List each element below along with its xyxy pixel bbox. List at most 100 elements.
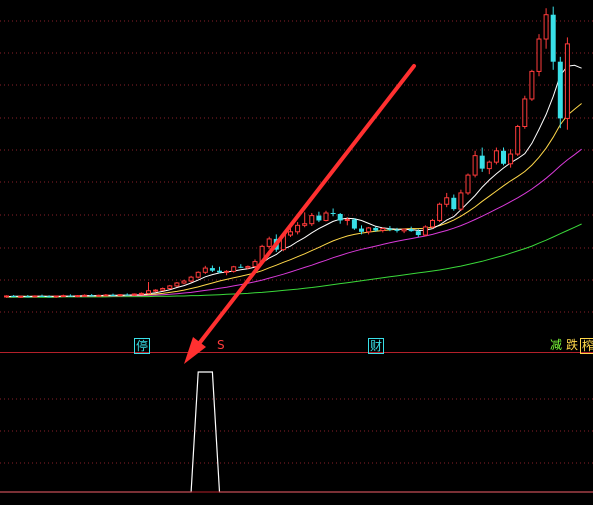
candle-body [444, 197, 450, 205]
candle-body [4, 295, 9, 298]
candle-body [25, 296, 31, 298]
candle-body [153, 289, 159, 292]
candle [188, 275, 194, 283]
candle-body [46, 296, 52, 298]
candle [231, 265, 237, 273]
candle-body [522, 98, 528, 127]
candle-body [508, 153, 514, 165]
candle-body [18, 295, 24, 298]
candle [96, 294, 102, 297]
candle [174, 282, 180, 287]
candle-body [550, 14, 556, 62]
candle-body [465, 174, 471, 194]
tag-zha: 榨 [580, 338, 593, 354]
candle-body [67, 295, 73, 297]
candle [32, 295, 38, 298]
candle [266, 236, 272, 249]
candle [195, 271, 201, 279]
candle-body [174, 282, 180, 287]
candle-body [309, 215, 315, 225]
candle-body [501, 150, 506, 164]
candle [550, 6, 556, 70]
stock-chart: 停 S 财 减 跌 榨 [0, 0, 593, 501]
candle [557, 56, 563, 129]
candle-body [103, 294, 109, 297]
candle-body [96, 294, 102, 297]
candle-body [295, 224, 301, 233]
candle-body [167, 285, 173, 289]
candle-body [380, 228, 386, 232]
chart-background [0, 0, 593, 501]
candle-body [458, 192, 464, 210]
candle-body [316, 215, 322, 221]
candle-body [195, 271, 201, 278]
candle-body [146, 290, 151, 294]
candle-body [408, 229, 414, 232]
candle-body [288, 231, 293, 236]
candle-body [479, 155, 485, 169]
candle-body [359, 228, 364, 232]
candle-body [82, 294, 88, 297]
candle [522, 95, 528, 129]
candle-body [160, 288, 166, 291]
candle [351, 218, 357, 230]
tag-cai: 财 [368, 338, 385, 354]
chart-canvas [0, 0, 593, 501]
candle [529, 69, 535, 101]
candle-body [238, 266, 244, 268]
candle-body [60, 295, 66, 298]
candle [167, 284, 173, 290]
candle-body [515, 126, 521, 155]
candle [18, 295, 24, 298]
candle-body [493, 150, 499, 163]
candle-body [266, 238, 272, 247]
candle-body [472, 155, 478, 176]
candle-body [39, 295, 45, 297]
candle-body [231, 266, 237, 272]
candle-body [181, 280, 187, 284]
candle-body [415, 231, 421, 236]
candle-body [437, 203, 443, 221]
tag-s: S [217, 338, 225, 352]
candle-body [486, 161, 492, 170]
candle-body [557, 61, 563, 119]
candle [75, 294, 80, 298]
candle-body [32, 295, 38, 298]
candle [564, 37, 570, 130]
candle-body [252, 261, 258, 267]
tag-ting: 停 [134, 338, 151, 354]
candle-body [451, 197, 457, 210]
candle [458, 189, 464, 212]
candle [422, 225, 428, 237]
candle-body [224, 270, 230, 273]
candle-body [401, 228, 407, 232]
candle-body [131, 293, 137, 296]
candle-body [536, 38, 542, 72]
candle-body [245, 265, 251, 269]
candle-body [387, 228, 393, 230]
candle-body [323, 212, 329, 221]
candle-body [529, 70, 535, 100]
candle-body [202, 267, 208, 273]
tag-die: 跌 [566, 338, 579, 352]
candle-body [394, 229, 400, 231]
candle-body [330, 213, 336, 215]
candle-body [373, 227, 379, 231]
candle-body [75, 295, 80, 298]
candle-body [351, 219, 357, 229]
tag-jian: 减 [550, 338, 563, 352]
candle [160, 287, 166, 292]
candle-body [302, 223, 308, 226]
candle-body [422, 226, 428, 236]
candle-body [209, 268, 215, 271]
candle-body [124, 294, 130, 296]
candle-body [117, 294, 123, 297]
candle-body [188, 276, 194, 282]
candle [437, 202, 443, 223]
candle [465, 173, 471, 195]
candle-body [217, 270, 222, 273]
candle [430, 218, 435, 229]
candle-body [110, 294, 116, 296]
candle-body [53, 295, 59, 298]
candle-body [337, 213, 343, 221]
